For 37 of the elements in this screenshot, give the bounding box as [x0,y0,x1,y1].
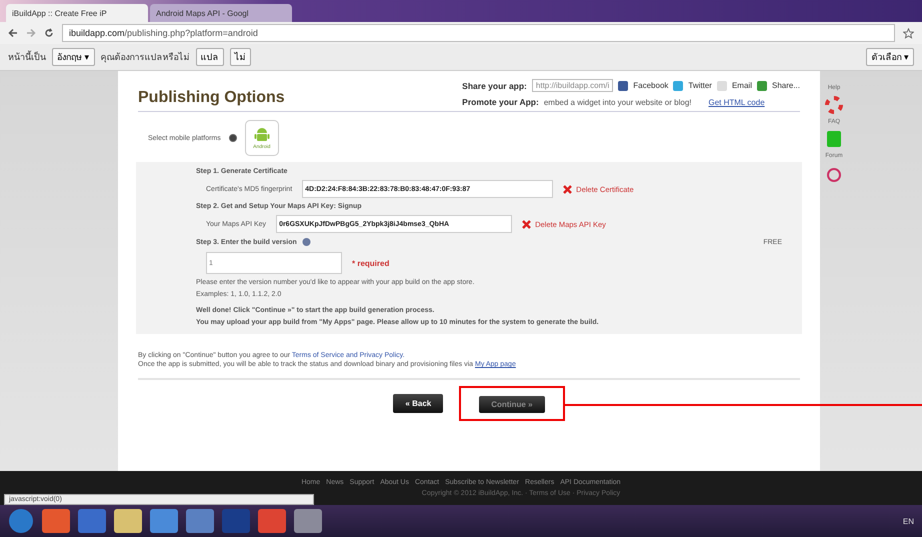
forward-icon[interactable] [26,28,36,38]
share-label: Share your app: [462,80,527,90]
share-icon [673,80,684,90]
reload-icon[interactable] [44,28,54,38]
lifebuoy-icon[interactable] [824,95,844,115]
share-url-field[interactable]: http://ibuildapp.com/i [532,79,614,92]
translate-question: คุณต้องการแปลหรือไม่ [100,51,190,64]
delete-icon[interactable] [522,220,532,228]
language-indicator[interactable]: EN [902,516,914,526]
share-link[interactable]: Facebook [633,81,668,90]
platform-radio[interactable] [228,134,237,142]
share-link[interactable]: Share... [772,81,800,90]
address-field[interactable]: ibuildapp.com/publishing.php?platform=android [62,24,895,42]
delete-icon[interactable] [563,184,572,194]
translate-message: หน้านี้เป็น [8,50,46,64]
share-icon [618,80,628,90]
page-title: Publishing Options [138,89,285,107]
translate-button[interactable]: แปล [196,48,224,66]
info-bubble-icon[interactable] [302,238,311,247]
language-dropdown[interactable]: อังกฤษ ▾ [52,48,95,66]
share-link[interactable]: Email [732,81,752,90]
get-html-link[interactable]: Get HTML code [708,98,765,106]
back-button[interactable]: « Back [393,394,444,413]
promote-text: embed a widget into your website or blog! [544,98,692,106]
start-orb-icon[interactable] [8,508,34,534]
promote-label: Promote your App: [462,97,539,107]
share-icon [716,80,727,90]
required-label: * required [352,258,390,268]
browser-tab[interactable]: Android Maps API - Googl [150,4,292,22]
back-icon[interactable] [8,28,18,38]
options-button[interactable]: ตัวเลือก ▾ [866,48,914,66]
browser-tab[interactable]: iBuildApp :: Create Free iP [6,4,148,22]
share-link[interactable]: Twitter [688,81,712,90]
decline-button[interactable]: ไม่ [230,48,251,66]
share-icon [756,80,767,90]
star-icon[interactable] [903,28,914,38]
android-robot-icon [254,126,270,144]
